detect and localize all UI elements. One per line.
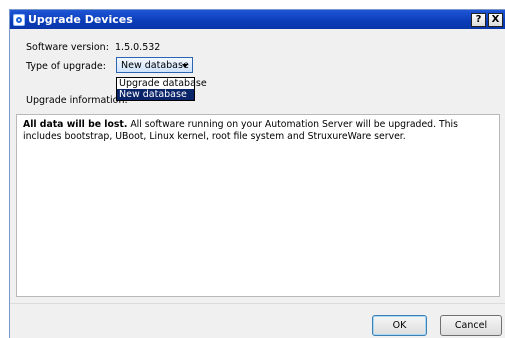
- help-button[interactable]: ?: [471, 12, 486, 27]
- software-version-label: Software version:: [26, 42, 109, 53]
- software-version-value: 1.5.0.532: [115, 42, 161, 53]
- upgrade-type-dropdown-list: Upgrade database New database: [116, 77, 207, 101]
- dropdown-option-new-database[interactable]: New database: [117, 89, 194, 100]
- app-icon: [13, 13, 25, 26]
- cancel-button[interactable]: Cancel: [440, 315, 502, 336]
- dialog-title: Upgrade Devices: [28, 13, 133, 26]
- upgrade-devices-dialog: Upgrade Devices ? X Software version: 1.…: [9, 9, 505, 338]
- ok-button[interactable]: OK: [372, 315, 427, 336]
- close-button[interactable]: X: [488, 12, 503, 27]
- upgrade-type-select[interactable]: New database: [116, 57, 193, 73]
- upgrade-type-label: Type of upgrade:: [26, 61, 106, 72]
- title-bar[interactable]: Upgrade Devices ? X: [10, 10, 505, 29]
- upgrade-info-text: All data will be lost. All software runn…: [16, 114, 500, 297]
- data-loss-warning: All data will be lost.: [23, 119, 128, 130]
- upgrade-info-label: Upgrade information:: [26, 95, 128, 106]
- upgrade-type-selected-value: New database: [121, 59, 189, 71]
- dropdown-option-upgrade-database[interactable]: Upgrade database: [117, 78, 207, 89]
- footer-divider: [10, 303, 505, 304]
- chevron-down-icon: [182, 64, 188, 68]
